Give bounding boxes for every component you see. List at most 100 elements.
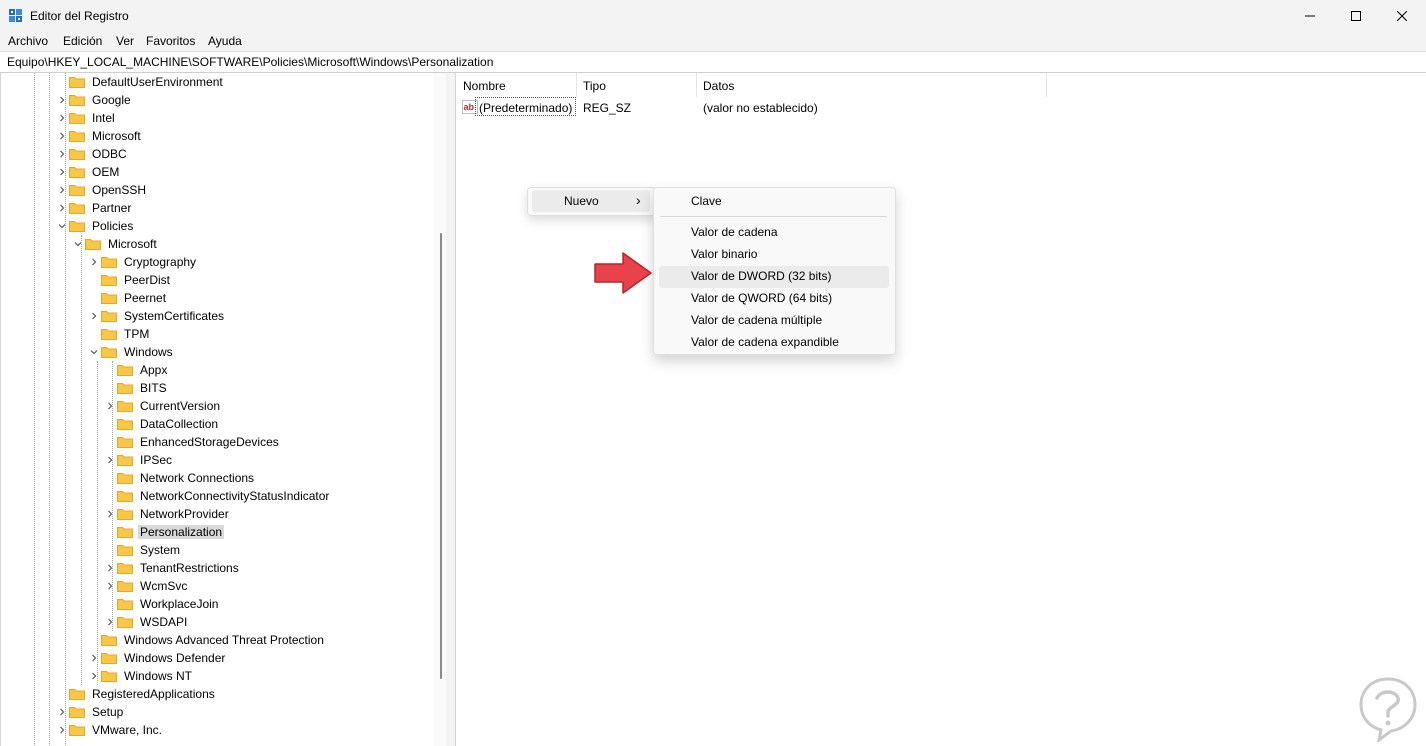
- submenu-item-valor-expandible[interactable]: Valor de cadena expandible: [691, 335, 839, 349]
- tree-item[interactable]: IPSec: [1, 451, 431, 469]
- tree-item-label: EnhancedStorageDevices: [140, 435, 279, 449]
- tree-item-label: Google: [92, 93, 131, 107]
- submenu-item-valor-qword[interactable]: Valor de QWORD (64 bits): [691, 291, 832, 305]
- folder-icon: [117, 455, 133, 466]
- tree-item[interactable]: WSDAPI: [1, 613, 431, 631]
- tree-item[interactable]: Intel: [1, 109, 431, 127]
- tree-item[interactable]: Network Connections: [1, 469, 431, 487]
- submenu-item-valor-cadena[interactable]: Valor de cadena: [691, 225, 778, 239]
- folder-icon: [101, 653, 117, 664]
- pane-splitter[interactable]: [446, 73, 456, 746]
- tree-item[interactable]: TPM: [1, 325, 431, 343]
- menu-archivo[interactable]: Archivo: [8, 34, 48, 48]
- tree-item[interactable]: TenantRestrictions: [1, 559, 431, 577]
- tree-item[interactable]: Cryptography: [1, 253, 431, 271]
- tree-item[interactable]: ODBC: [1, 145, 431, 163]
- menu-item-nuevo[interactable]: Nuevo: [564, 194, 599, 208]
- folder-icon: [101, 293, 117, 304]
- folder-icon: [101, 275, 117, 286]
- tree-item[interactable]: BITS: [1, 379, 431, 397]
- tree-item[interactable]: Partner: [1, 199, 431, 217]
- chevron-right-icon[interactable]: [105, 505, 115, 523]
- tree-item[interactable]: Appx: [1, 361, 431, 379]
- registry-tree: DefaultUserEnvironment Google Intel Microso…: [0, 73, 447, 746]
- chevron-down-icon[interactable]: [57, 217, 67, 235]
- tree-item[interactable]: RegisteredApplications: [1, 685, 431, 703]
- tree-item-label: Network Connections: [140, 471, 255, 485]
- tree-item[interactable]: Microsoft: [1, 235, 431, 253]
- close-button[interactable]: [1379, 0, 1425, 31]
- menu-ayuda[interactable]: Ayuda: [208, 34, 242, 48]
- chevron-right-icon[interactable]: [89, 649, 99, 667]
- tree-item[interactable]: Personalization: [1, 523, 431, 541]
- chevron-right-icon[interactable]: [57, 163, 67, 181]
- chevron-down-icon[interactable]: [89, 343, 99, 361]
- folder-icon: [117, 563, 133, 574]
- folder-icon: [69, 77, 85, 88]
- chevron-right-icon[interactable]: [89, 667, 99, 685]
- tree-item[interactable]: DefaultUserEnvironment: [1, 73, 431, 91]
- menu-edicion[interactable]: Edición: [63, 34, 102, 48]
- tree-item-label: NetworkConnectivityStatusIndicator: [140, 489, 330, 503]
- tree-item[interactable]: CurrentVersion: [1, 397, 431, 415]
- chevron-right-icon[interactable]: [57, 91, 67, 109]
- tree-item[interactable]: Windows NT: [1, 667, 431, 685]
- submenu-item-valor-binario[interactable]: Valor binario: [691, 247, 757, 261]
- chevron-right-icon[interactable]: [57, 703, 67, 721]
- menu-favoritos[interactable]: Favoritos: [146, 34, 195, 48]
- tree-item[interactable]: EnhancedStorageDevices: [1, 433, 431, 451]
- tree-item[interactable]: Windows Defender: [1, 649, 431, 667]
- address-path[interactable]: Equipo\HKEY_LOCAL_MACHINE\SOFTWARE\Polic…: [7, 55, 493, 69]
- chevron-right-icon[interactable]: [57, 721, 67, 739]
- tree-item[interactable]: PeerDist: [1, 271, 431, 289]
- submenu-item-valor-dword[interactable]: Valor de DWORD (32 bits): [691, 269, 831, 283]
- chevron-right-icon[interactable]: [57, 127, 67, 145]
- tree-item[interactable]: NetworkConnectivityStatusIndicator: [1, 487, 431, 505]
- maximize-icon: [1351, 10, 1361, 21]
- tree-item[interactable]: Peernet: [1, 289, 431, 307]
- tree-item[interactable]: Google: [1, 91, 431, 109]
- tree-item[interactable]: Windows: [1, 343, 431, 361]
- submenu-item-valor-multiple[interactable]: Valor de cadena múltiple: [691, 313, 822, 327]
- tree-item[interactable]: Windows Advanced Threat Protection: [1, 631, 431, 649]
- chevron-right-icon[interactable]: [105, 559, 115, 577]
- chevron-right-icon[interactable]: [57, 109, 67, 127]
- menu-ver[interactable]: Ver: [116, 34, 134, 48]
- chevron-right-icon[interactable]: [89, 253, 99, 271]
- tree-item[interactable]: System: [1, 541, 431, 559]
- column-nombre[interactable]: Nombre: [456, 73, 577, 97]
- minimize-button[interactable]: [1287, 0, 1333, 31]
- submenu-item-clave[interactable]: Clave: [691, 194, 722, 208]
- chevron-right-icon[interactable]: [57, 145, 67, 163]
- chevron-right-icon[interactable]: [105, 613, 115, 631]
- tree-item[interactable]: OEM: [1, 163, 431, 181]
- chevron-down-icon[interactable]: [73, 235, 83, 253]
- folder-icon: [69, 131, 85, 142]
- column-datos[interactable]: Datos: [696, 73, 1047, 97]
- tree-item[interactable]: WcmSvc: [1, 577, 431, 595]
- tree-item-label: CurrentVersion: [140, 399, 221, 413]
- tree-item[interactable]: VMware, Inc.: [1, 721, 431, 739]
- tree-item[interactable]: OpenSSH: [1, 181, 431, 199]
- chevron-right-icon[interactable]: [105, 397, 115, 415]
- chevron-right-icon[interactable]: [57, 199, 67, 217]
- chevron-right-icon[interactable]: [105, 451, 115, 469]
- tree-item[interactable]: Setup: [1, 703, 431, 721]
- folder-icon: [101, 311, 117, 322]
- tree-item-label: OEM: [92, 165, 120, 179]
- chevron-right-icon[interactable]: [89, 307, 99, 325]
- tree-item[interactable]: Microsoft: [1, 127, 431, 145]
- tree-scrollbar-thumb[interactable]: [440, 233, 442, 679]
- tree-item[interactable]: NetworkProvider: [1, 505, 431, 523]
- tree-item[interactable]: DataCollection: [1, 415, 431, 433]
- chevron-right-icon[interactable]: [57, 181, 67, 199]
- column-tipo[interactable]: Tipo: [576, 73, 697, 97]
- menu-bar: Archivo Edición Ver Favoritos Ayuda: [0, 31, 1426, 51]
- tree-item[interactable]: Policies: [1, 217, 431, 235]
- tree-item-label: Microsoft: [108, 237, 157, 251]
- maximize-button[interactable]: [1333, 0, 1379, 31]
- tree-item[interactable]: WorkplaceJoin: [1, 595, 431, 613]
- address-bar[interactable]: Equipo\HKEY_LOCAL_MACHINE\SOFTWARE\Polic…: [0, 51, 1426, 73]
- tree-item[interactable]: SystemCertificates: [1, 307, 431, 325]
- chevron-right-icon[interactable]: [105, 577, 115, 595]
